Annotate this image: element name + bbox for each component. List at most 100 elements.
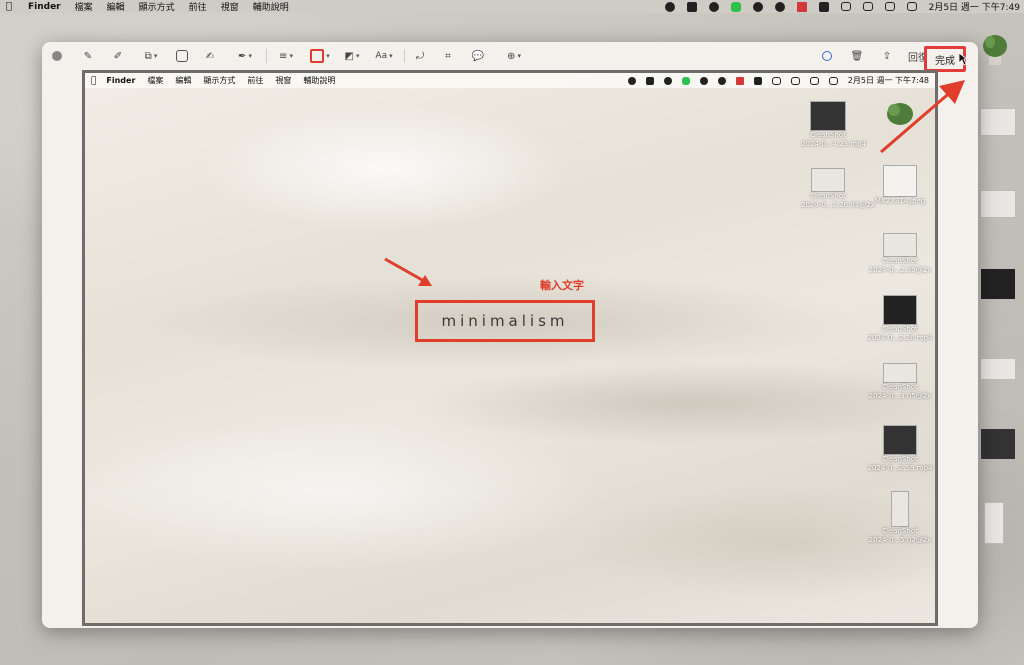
more-icon: ⊕ (507, 50, 516, 62)
description-tool[interactable]: 💬 (470, 48, 486, 64)
desktop-file-thumb[interactable] (980, 428, 1016, 460)
file-label: CleanShot 2024-0...2.26.01@2x (801, 192, 875, 209)
menu-help[interactable]: 輔助說明 (253, 0, 289, 13)
fill-color-tool[interactable]: ◩ ▾ (340, 48, 364, 64)
apple-icon:  (91, 76, 96, 86)
inner-menu-edit: 編輯 (170, 76, 191, 85)
minimalism-text: minimalism (441, 312, 569, 330)
expand-icon (645, 76, 654, 85)
crop-icon: ⌗ (445, 50, 451, 62)
desktop-file-thumb[interactable] (984, 502, 1004, 544)
callout-arrow-icon (880, 80, 965, 154)
inner-menu-go: 前往 (242, 76, 263, 85)
shapes-tool[interactable]: ⧉ ▾ (138, 48, 164, 64)
close-button[interactable] (50, 48, 64, 64)
markup-toolbar: ✎ ✐ ⧉ ▾ ✍ ✒ ▾ ≡ ▾ ▾ ◩ ▾ Aa ▾ ⤾ ⌗ 💬 ⊕ ▾ 🗑 ⇪ 回復 … (42, 42, 978, 72)
link-icon (790, 76, 800, 85)
inner-menu-help: 輔助說明 (298, 76, 335, 85)
search-icon[interactable] (884, 2, 895, 11)
textbox-icon (176, 50, 188, 62)
sketch-tool[interactable]: ✎ (80, 48, 96, 64)
rotate-tool[interactable]: ⤾ (412, 48, 428, 64)
menu-edit[interactable]: 編輯 (107, 0, 125, 13)
expand-icon[interactable] (686, 1, 697, 12)
1password-icon (663, 76, 672, 85)
annotation-arrow-icon[interactable] (380, 253, 440, 293)
desktop-file-thumb[interactable] (980, 190, 1016, 218)
draw-icon: ✐ (113, 50, 123, 62)
menu-window[interactable]: 視窗 (221, 0, 239, 13)
control-center-icon[interactable] (906, 2, 917, 11)
share-button[interactable]: ⇪ (880, 48, 894, 64)
more-tools[interactable]: ⊕ ▾ (502, 48, 526, 64)
border-color-tool[interactable]: ▾ (308, 48, 332, 64)
chevron-down-icon: ▾ (355, 52, 360, 60)
text-style-tool[interactable]: Aa ▾ (372, 48, 396, 64)
line-icon[interactable] (730, 1, 741, 12)
text-style-icon: Aa (375, 51, 388, 61)
highlight-icon: ✍ (205, 50, 215, 62)
desktop-icon-plant[interactable] (980, 30, 1010, 70)
autofill-tool[interactable] (820, 48, 834, 64)
fill-color-icon: ◩ (344, 50, 354, 62)
1password-icon[interactable] (708, 1, 719, 12)
annotation-rectangle[interactable]: minimalism (415, 300, 595, 342)
highlight-tool[interactable]: ✍ (202, 48, 218, 64)
slack-icon[interactable] (796, 1, 807, 12)
chevron-down-icon: ▾ (389, 52, 393, 60)
file-label: CleanShot 2024-0...2.26.mp4 (867, 325, 933, 342)
screenshot-image:  Finder 檔案 編輯 顯示方式 前往 視窗 輔助說明 (85, 73, 935, 623)
record-icon (627, 76, 636, 85)
draw-tool[interactable]: ✐ (110, 48, 126, 64)
desktop-file-thumb[interactable] (980, 358, 1016, 380)
inner-menu-bar:  Finder 檔案 編輯 顯示方式 前往 視窗 輔助說明 (85, 73, 935, 88)
input-method-icon[interactable] (818, 1, 829, 12)
menu-view[interactable]: 顯示方式 (139, 0, 175, 13)
sketch-icon: ✎ (83, 50, 93, 62)
input-method-icon (753, 76, 762, 85)
line-style-tool[interactable]: ≡ ▾ (274, 48, 298, 64)
plant-icon (983, 35, 1007, 65)
rotate-icon: ⤾ (415, 50, 425, 62)
link-icon[interactable] (862, 2, 873, 11)
apple-icon[interactable]:  (6, 1, 16, 12)
record-icon[interactable] (664, 1, 675, 12)
chevron-down-icon: ▾ (289, 52, 293, 60)
signature-icon: ✒ (238, 50, 247, 62)
inner-menu-file: 檔案 (142, 76, 163, 85)
sign-tool[interactable]: ✒ ▾ (232, 48, 258, 64)
text-tool[interactable] (174, 48, 190, 64)
desktop-file-thumb[interactable] (980, 268, 1016, 300)
dashlane-icon[interactable] (752, 1, 763, 12)
line-style-icon: ≡ (279, 50, 288, 62)
file-label: MX2X3TA.jpeg (874, 197, 926, 205)
crop-tool[interactable]: ⌗ (440, 48, 456, 64)
menu-app-name[interactable]: Finder (28, 2, 61, 12)
speech-bubble-icon: 💬 (471, 50, 485, 62)
annotation-label[interactable]: 輸入文字 (540, 277, 584, 293)
file-label: CleanShot 2024-0...2.39@2x (868, 257, 932, 274)
chevron-down-icon: ▾ (248, 52, 252, 60)
delete-button[interactable]: 🗑 (850, 48, 864, 64)
menu-file[interactable]: 檔案 (75, 0, 93, 13)
menu-go[interactable]: 前往 (189, 0, 207, 13)
desktop-file-thumb[interactable] (980, 108, 1016, 136)
battery-icon[interactable] (840, 2, 851, 11)
toolbar-divider (404, 48, 405, 64)
autofill-icon (822, 51, 832, 61)
menu-bar:  Finder 檔案 編輯 顯示方式 前往 視窗 輔助說明 2月5日 週一 下… (0, 0, 1024, 13)
screenshot-canvas[interactable]:  Finder 檔案 編輯 顯示方式 前往 視窗 輔助說明 (82, 70, 938, 626)
inner-desktop-file: CleanShot 2024-0...2.26.mp4 (865, 295, 935, 343)
file-label: CleanShot 2024-0...3.05@2x (868, 383, 932, 400)
bluetooth-app-icon[interactable] (774, 1, 785, 12)
close-icon (52, 51, 62, 61)
inner-menu-view: 顯示方式 (198, 76, 235, 85)
menu-datetime[interactable]: 2月5日 週一 下午7:49 (929, 0, 1020, 13)
trash-icon: 🗑 (850, 50, 864, 62)
file-label: CleanShot 2024-0...2.59.mp4 (867, 455, 933, 472)
inner-desktop-file: CleanShot 2024-0...2.26.01@2x (801, 168, 875, 210)
control-center-icon (828, 76, 838, 85)
inner-desktop-file: CleanShot 2024-0...3.05@2x (865, 363, 935, 401)
chevron-down-icon: ▾ (153, 52, 158, 60)
markup-window: ✎ ✐ ⧉ ▾ ✍ ✒ ▾ ≡ ▾ ▾ ◩ ▾ Aa ▾ ⤾ ⌗ 💬 ⊕ ▾ 🗑 ⇪ 回復 … (42, 42, 978, 628)
